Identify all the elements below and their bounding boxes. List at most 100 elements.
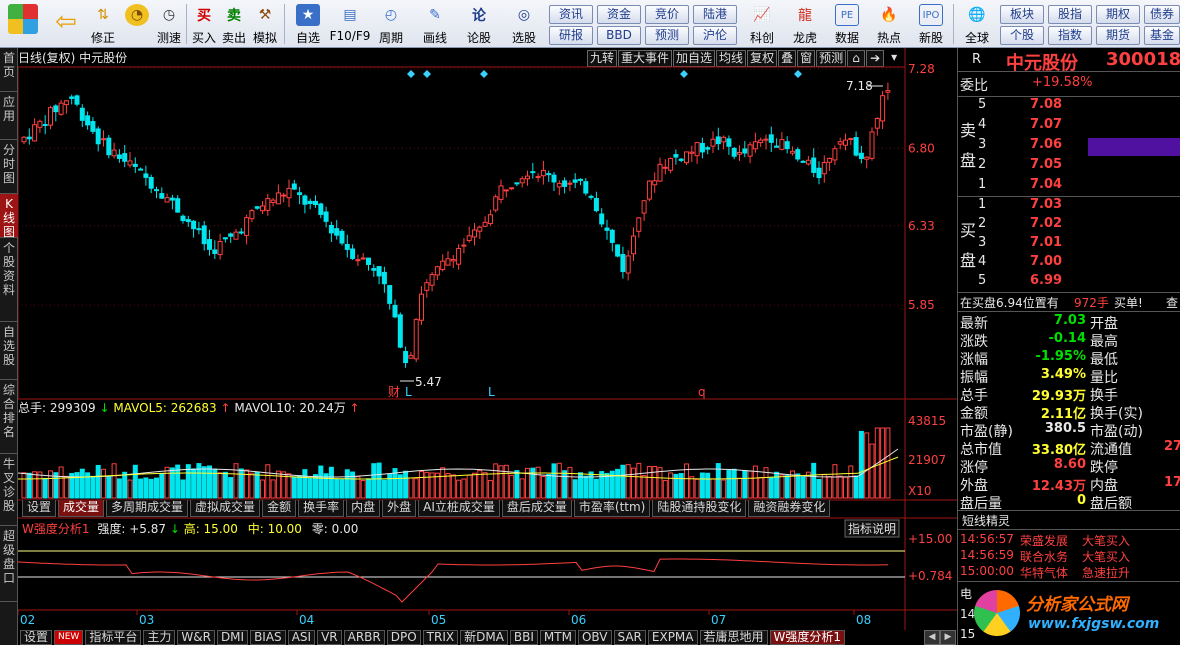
candle-body[interactable]: [477, 226, 483, 232]
candle-body[interactable]: [381, 271, 387, 285]
candle-body[interactable]: [731, 147, 737, 157]
candle-body[interactable]: [615, 244, 621, 257]
candle-body[interactable]: [238, 231, 244, 234]
mini-sector[interactable]: 板块: [1000, 5, 1044, 24]
btab-settings[interactable]: 设置: [20, 630, 53, 645]
candle-body[interactable]: [519, 178, 525, 184]
candle-body[interactable]: [880, 95, 886, 122]
candle-body[interactable]: [265, 198, 271, 211]
btab-w-strength[interactable]: W强度分析1: [769, 630, 846, 645]
candle-body[interactable]: [858, 152, 864, 160]
bid-row[interactable]: 5 6.99: [958, 273, 1180, 293]
candle-body[interactable]: [143, 173, 149, 178]
candle-body[interactable]: [111, 149, 117, 157]
candle-body[interactable]: [525, 175, 530, 180]
tab-stock-info[interactable]: 个股资料: [0, 238, 18, 322]
candle-body[interactable]: [774, 145, 780, 148]
candle-body[interactable]: [562, 180, 568, 187]
candle-body[interactable]: [360, 257, 366, 260]
candle-body[interactable]: [180, 215, 186, 222]
candle-body[interactable]: [620, 254, 626, 273]
candle-body[interactable]: [445, 258, 451, 266]
candle-body[interactable]: [244, 217, 250, 236]
candle-body[interactable]: [42, 124, 48, 127]
candle-body[interactable]: [742, 148, 748, 154]
candle-body[interactable]: [546, 173, 552, 176]
candle-body[interactable]: [154, 189, 159, 192]
candle-body[interactable]: [636, 217, 642, 232]
btab-obv[interactable]: OBV: [577, 630, 612, 645]
candle-body[interactable]: [376, 266, 382, 277]
ticker-row[interactable]: 14:56:57 荣盛发展 大笔买入: [960, 532, 1180, 548]
mini-funds[interactable]: 资金: [597, 5, 641, 24]
candle-body[interactable]: [355, 259, 361, 262]
candle-body[interactable]: [79, 107, 85, 121]
mini-forecast[interactable]: 预测: [645, 26, 689, 45]
candle-body[interactable]: [63, 100, 69, 106]
candle-body[interactable]: [440, 260, 446, 270]
tab-amount[interactable]: 金额: [262, 500, 297, 517]
mini-hk[interactable]: 陆港: [693, 5, 737, 24]
candle-body[interactable]: [408, 354, 414, 359]
candle-body[interactable]: [827, 157, 833, 163]
discuss-button[interactable]: 论 论股: [462, 2, 496, 46]
candle-body[interactable]: [138, 168, 144, 171]
mini-index-futures[interactable]: 股指: [1048, 5, 1092, 24]
candle-body[interactable]: [313, 200, 318, 206]
candle-body[interactable]: [275, 192, 281, 205]
candle-body[interactable]: [397, 314, 403, 348]
candle-body[interactable]: [53, 105, 59, 113]
candle-body[interactable]: [456, 248, 462, 265]
candle-body[interactable]: [419, 293, 424, 321]
stock-picker-button[interactable]: ◎ 选股: [504, 2, 544, 46]
candle-body[interactable]: [26, 136, 32, 140]
candle-body[interactable]: [127, 160, 133, 166]
candle-body[interactable]: [334, 228, 340, 236]
candle-body[interactable]: [832, 148, 838, 161]
clock-button[interactable]: ◷ 测速: [154, 2, 184, 46]
candle-body[interactable]: [657, 163, 663, 182]
candle-body[interactable]: [556, 182, 562, 188]
btab-custom[interactable]: 若庸思地用: [699, 630, 768, 645]
candle-body[interactable]: [721, 136, 727, 143]
candle-body[interactable]: [848, 138, 854, 141]
candle-body[interactable]: [90, 121, 96, 132]
candle-body[interactable]: [403, 351, 409, 364]
candle-body[interactable]: [540, 169, 546, 177]
buy-button[interactable]: 买 买入: [190, 2, 218, 46]
candle-body[interactable]: [260, 205, 265, 212]
candle-body[interactable]: [705, 147, 711, 150]
btab-wr[interactable]: W&R: [177, 630, 215, 645]
candle-body[interactable]: [191, 220, 197, 230]
tab-apps[interactable]: 应用: [0, 92, 18, 140]
candle-body[interactable]: [297, 192, 303, 196]
tab-volume[interactable]: 成交量: [58, 500, 105, 517]
candle-body[interactable]: [758, 139, 764, 144]
candle-body[interactable]: [302, 195, 308, 205]
mini-shlon[interactable]: 沪伦: [693, 26, 737, 45]
event-mark-q[interactable]: q: [698, 385, 706, 399]
candle-body[interactable]: [583, 181, 589, 194]
candle-body[interactable]: [366, 257, 371, 265]
candle-body[interactable]: [371, 268, 377, 271]
mini-futures[interactable]: 期货: [1096, 26, 1140, 45]
candle-body[interactable]: [551, 174, 557, 183]
tab-afterhours-volume[interactable]: 盘后成交量: [501, 500, 572, 517]
candle-body[interactable]: [800, 160, 806, 163]
candle-body[interactable]: [466, 235, 472, 241]
bid-row[interactable]: 1 7.03: [958, 197, 1180, 217]
candle-body[interactable]: [217, 241, 223, 256]
tab-pe-ttm[interactable]: 市盈率(ttm): [573, 500, 651, 517]
candle-body[interactable]: [101, 138, 106, 141]
candle-body[interactable]: [249, 210, 255, 220]
candle-body[interactable]: [588, 195, 594, 198]
candle-body[interactable]: [843, 139, 848, 146]
candle-body[interactable]: [726, 138, 732, 147]
candle-body[interactable]: [514, 182, 520, 185]
candle-body[interactable]: [837, 141, 843, 145]
sell-button[interactable]: 卖 卖出: [220, 2, 248, 46]
candle-body[interactable]: [196, 228, 202, 231]
candle-body[interactable]: [85, 115, 91, 126]
candle-body[interactable]: [869, 131, 875, 159]
mini-stocks[interactable]: 个股: [1000, 26, 1044, 45]
